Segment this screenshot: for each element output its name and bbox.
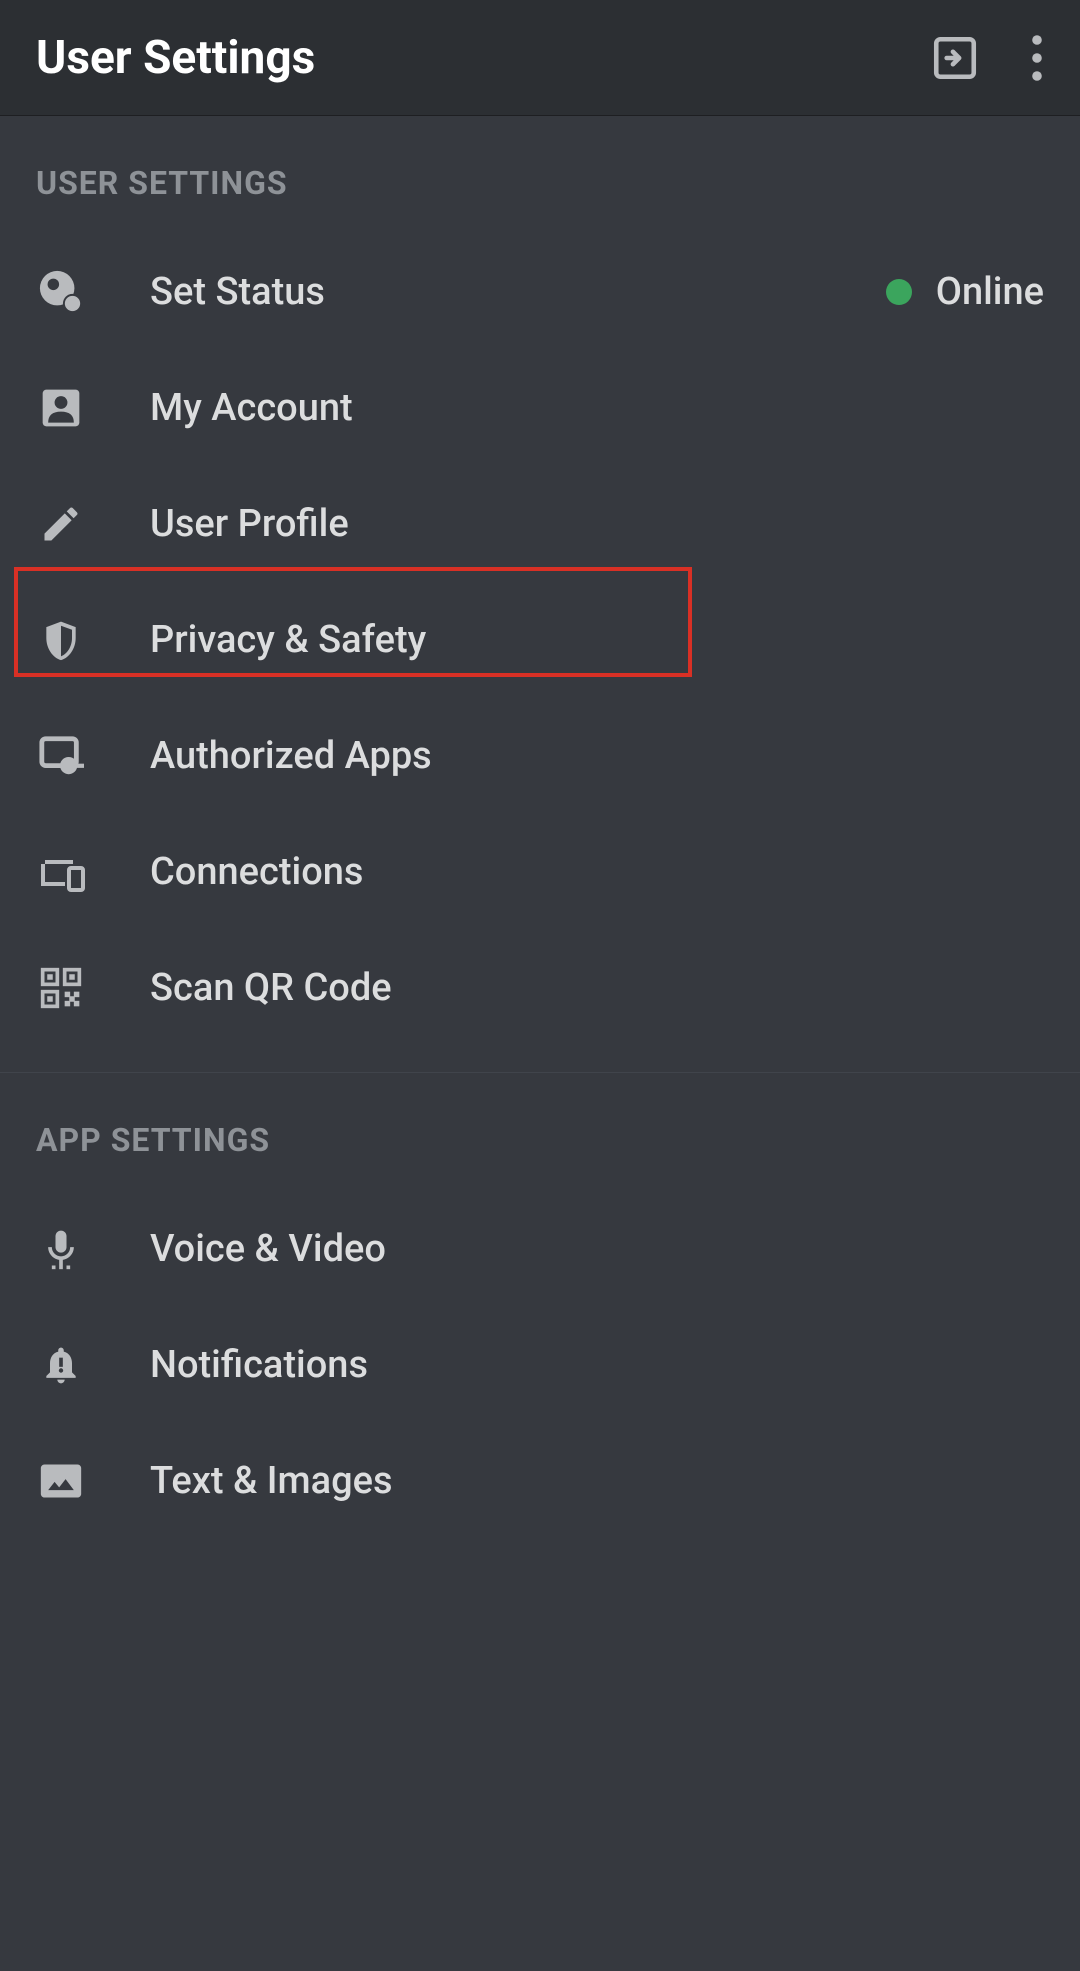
menu-item-voice-video[interactable]: Voice & Video: [0, 1191, 1080, 1307]
menu-label: Scan QR Code: [150, 966, 1044, 1010]
online-dot-icon: [886, 279, 912, 305]
enter-icon[interactable]: [930, 33, 980, 83]
microphone-icon: [36, 1224, 86, 1274]
menu-item-user-profile[interactable]: User Profile: [0, 466, 1080, 582]
status-icon: [36, 267, 86, 317]
menu-label: User Profile: [150, 502, 1044, 546]
menu-label: My Account: [150, 386, 1044, 430]
header-bar: User Settings: [0, 0, 1080, 116]
menu-label: Text & Images: [150, 1459, 1044, 1503]
menu-item-notifications[interactable]: Notifications: [0, 1307, 1080, 1423]
status-indicator: Online: [886, 270, 1044, 314]
more-options-icon[interactable]: [1030, 34, 1044, 82]
menu-item-scan-qr[interactable]: Scan QR Code: [0, 930, 1080, 1046]
apps-key-icon: [36, 731, 86, 781]
bell-icon: [36, 1340, 86, 1390]
menu-label: Privacy & Safety: [150, 618, 1044, 662]
menu-label: Notifications: [150, 1343, 1044, 1387]
user-settings-list: Set Status Online My Account: [0, 214, 1080, 1046]
menu-item-my-account[interactable]: My Account: [0, 350, 1080, 466]
menu-item-connections[interactable]: Connections: [0, 814, 1080, 930]
menu-item-privacy-safety[interactable]: Privacy & Safety: [0, 582, 1080, 698]
menu-label: Connections: [150, 850, 1044, 894]
section-header-app-settings: APP SETTINGS: [0, 1073, 1080, 1171]
menu-item-authorized-apps[interactable]: Authorized Apps: [0, 698, 1080, 814]
shield-icon: [36, 615, 86, 665]
pencil-icon: [36, 499, 86, 549]
settings-content: USER SETTINGS Set Status Online: [0, 116, 1080, 1539]
status-text: Online: [936, 270, 1044, 314]
menu-item-set-status[interactable]: Set Status Online: [0, 234, 1080, 350]
image-icon: [36, 1456, 86, 1506]
account-icon: [36, 383, 86, 433]
devices-icon: [36, 847, 86, 897]
qr-code-icon: [36, 963, 86, 1013]
menu-item-text-images[interactable]: Text & Images: [0, 1423, 1080, 1539]
header-actions: [930, 33, 1044, 83]
menu-label: Voice & Video: [150, 1227, 1044, 1271]
section-header-user-settings: USER SETTINGS: [0, 116, 1080, 214]
menu-label: Set Status: [150, 270, 886, 314]
app-settings-list: Voice & Video Notifications Text & Image…: [0, 1171, 1080, 1539]
page-title: User Settings: [36, 31, 315, 85]
menu-label: Authorized Apps: [150, 734, 1044, 778]
